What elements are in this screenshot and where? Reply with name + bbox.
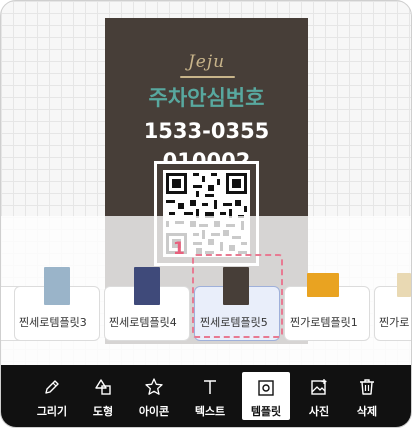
- template-label-4: 찐세로템플릿4: [109, 316, 177, 329]
- template-thumb-h2: [397, 273, 411, 297]
- tutorial-step-number: 1: [173, 239, 185, 259]
- star-icon: [145, 378, 163, 395]
- tool-delete-label: 삭제: [356, 405, 378, 418]
- logo-underline: [180, 76, 235, 78]
- tool-shapes-label: 도형: [92, 405, 114, 418]
- shapes-icon: [95, 379, 111, 395]
- tool-template[interactable]: 템플릿: [242, 372, 290, 420]
- template-label-3: 찐세로템플릿3: [19, 316, 87, 329]
- tool-template-label: 템플릿: [250, 405, 282, 418]
- jeju-logo: Jeju: [187, 52, 226, 72]
- photo-icon: [311, 379, 327, 395]
- template-label-h2: 찐가로: [379, 316, 410, 329]
- template-thumb-h1: [307, 273, 339, 297]
- bottom-toolbar: 그리기 도형 아이콘 텍스트 템플릿 사진 삭제: [1, 365, 411, 427]
- editor-frame: Jeju 주차안심번호 1533-0355 010002: [0, 0, 412, 428]
- template-icon: [258, 380, 274, 396]
- trash-icon: [360, 379, 374, 395]
- tool-draw[interactable]: 그리기: [28, 365, 76, 427]
- tutorial-highlight: [192, 254, 283, 338]
- tool-text[interactable]: 텍스트: [186, 365, 234, 427]
- template-thumb-4: [134, 267, 160, 305]
- pencil-icon: [45, 380, 59, 394]
- tool-photo[interactable]: 사진: [295, 365, 343, 427]
- card-title: 주차안심번호: [148, 86, 265, 110]
- tool-photo-label: 사진: [308, 405, 330, 418]
- template-label-h1: 찐가로템플릿1: [290, 316, 358, 329]
- tool-delete[interactable]: 삭제: [343, 365, 391, 427]
- template-thumb-3: [44, 267, 70, 305]
- tool-shapes[interactable]: 도형: [79, 365, 127, 427]
- tool-draw-label: 그리기: [36, 405, 68, 418]
- card-phone-number: 1533-0355: [143, 119, 270, 143]
- tool-icons-label: 아이콘: [138, 405, 170, 418]
- tool-text-label: 텍스트: [194, 405, 226, 418]
- text-icon: [204, 380, 216, 394]
- tool-icons[interactable]: 아이콘: [130, 365, 178, 427]
